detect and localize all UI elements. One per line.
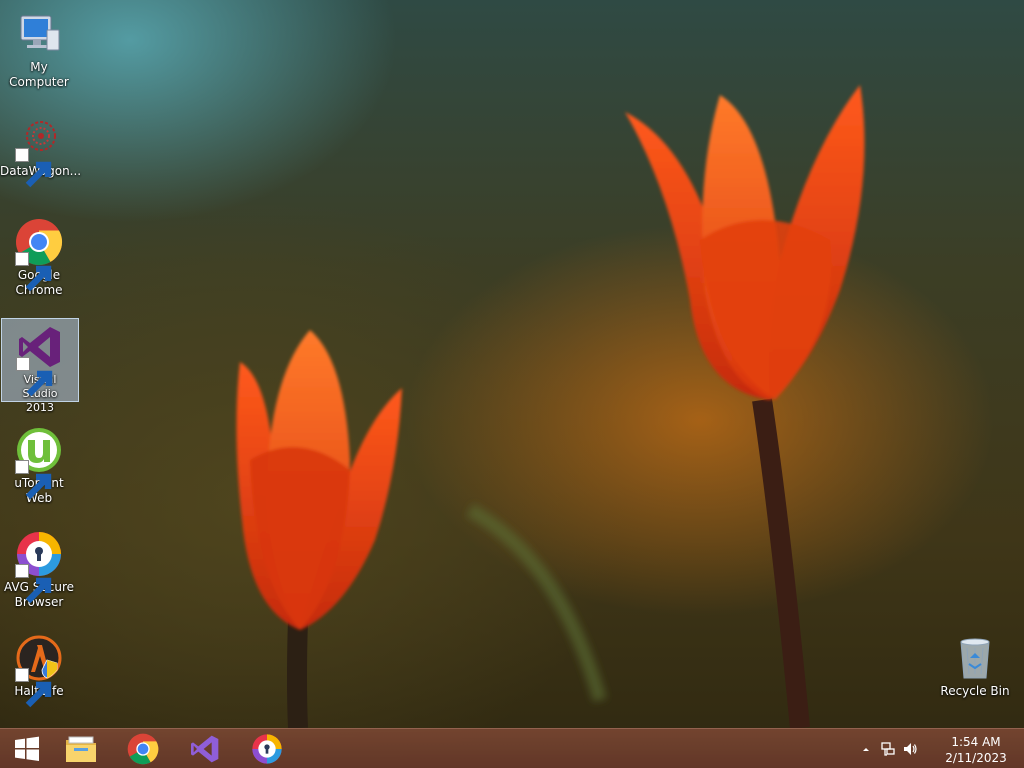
desktop-icon-recycle-bin[interactable]: Recycle Bin bbox=[936, 630, 1014, 699]
clock[interactable]: 1:54 AM 2/11/2023 bbox=[944, 734, 1008, 766]
desktop-icon-label: Recycle Bin bbox=[940, 684, 1010, 698]
shortcut-arrow-icon bbox=[15, 564, 52, 604]
chevron-up-icon bbox=[863, 748, 869, 751]
network-icon bbox=[881, 742, 895, 756]
taskbar-visual-studio-button[interactable] bbox=[178, 729, 232, 768]
desktop-icon-avg-secure-browser[interactable]: AVG Secure Browser bbox=[0, 526, 78, 610]
desktop-icon-half-life[interactable]: Half-Life bbox=[0, 630, 78, 708]
volume-button[interactable] bbox=[902, 741, 918, 757]
datawagon-icon bbox=[15, 114, 63, 188]
avg-secure-browser-icon bbox=[252, 734, 282, 764]
file-explorer-icon bbox=[66, 736, 96, 762]
start-button[interactable] bbox=[0, 729, 54, 768]
taskbar-chrome-button[interactable] bbox=[116, 729, 170, 768]
desktop-icon-label: My Computer bbox=[9, 60, 69, 89]
avg-secure-browser-icon bbox=[15, 530, 63, 604]
desktop-icon-google-chrome[interactable]: Google Chrome bbox=[0, 214, 78, 298]
taskbar: 1:54 AM 2/11/2023 bbox=[0, 728, 1024, 768]
desktop-icon-visual-studio-2013[interactable]: Visual Studio 2013 bbox=[1, 318, 79, 414]
visual-studio-icon bbox=[191, 735, 219, 763]
show-hidden-icons-button[interactable] bbox=[858, 741, 874, 757]
clock-date: 2/11/2023 bbox=[945, 751, 1007, 765]
shortcut-arrow-icon bbox=[15, 668, 52, 708]
volume-icon bbox=[904, 743, 917, 755]
computer-icon bbox=[15, 10, 63, 58]
desktop-icon-utorrent-web[interactable]: uTorrent Web bbox=[0, 422, 78, 506]
shortcut-arrow-icon bbox=[15, 460, 52, 500]
recycle-bin-icon bbox=[951, 634, 999, 682]
network-button[interactable] bbox=[880, 741, 896, 757]
chrome-icon bbox=[127, 733, 159, 765]
half-life-icon bbox=[15, 634, 63, 708]
taskbar-avg-secure-browser-button[interactable] bbox=[240, 729, 294, 768]
visual-studio-icon bbox=[16, 323, 64, 397]
tulip-wallpaper-art bbox=[236, 85, 865, 728]
clock-time: 1:54 AM bbox=[951, 735, 1001, 749]
shortcut-arrow-icon bbox=[15, 148, 52, 188]
desktop-icon-datawagon[interactable]: DataWagon... bbox=[0, 110, 81, 188]
taskbar-file-explorer-button[interactable] bbox=[54, 729, 108, 768]
shortcut-arrow-icon bbox=[15, 252, 52, 292]
windows-start-icon bbox=[15, 736, 39, 761]
chrome-icon bbox=[15, 218, 63, 292]
system-tray: 1:54 AM 2/11/2023 bbox=[854, 729, 1024, 768]
shortcut-arrow-icon bbox=[16, 357, 53, 397]
desktop-icon-my-computer[interactable]: My Computer bbox=[0, 6, 78, 90]
utorrent-icon bbox=[15, 426, 63, 500]
